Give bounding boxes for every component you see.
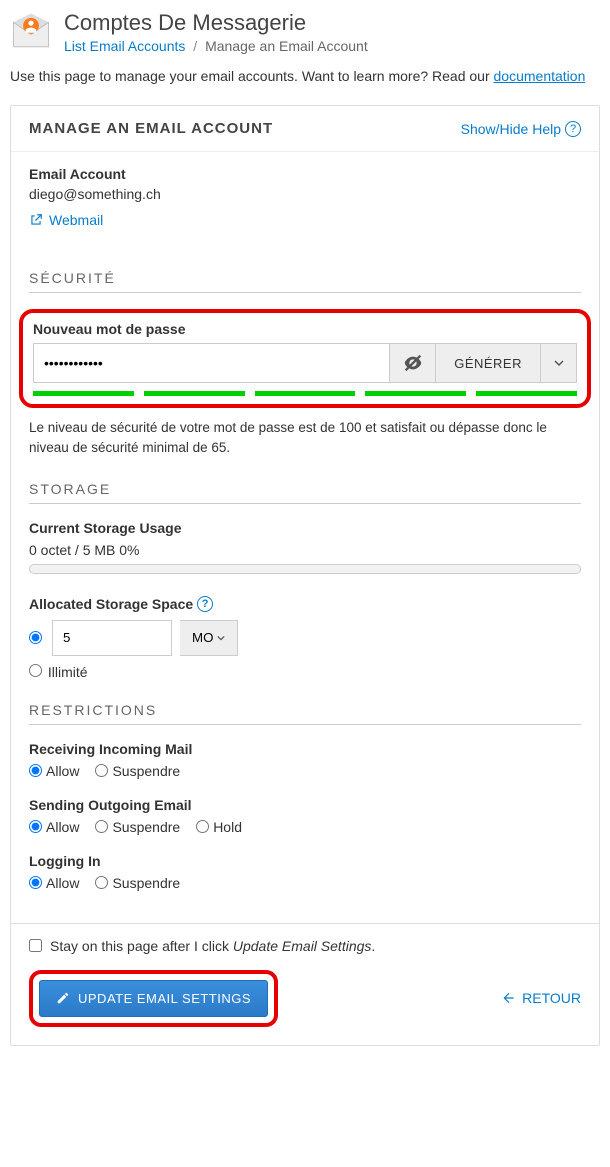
outgoing-mail-label: Sending Outgoing Email [29, 797, 581, 813]
storage-usage-value: 0 octet / 5 MB 0% [29, 542, 581, 558]
password-strength-text: Le niveau de sécurité de votre mot de pa… [29, 418, 581, 459]
caret-down-icon [217, 634, 225, 642]
password-label: Nouveau mot de passe [33, 321, 577, 337]
webmail-link[interactable]: Webmail [29, 212, 103, 228]
pencil-icon [56, 991, 70, 1005]
eye-off-icon [402, 352, 424, 374]
breadcrumb-list-link[interactable]: List Email Accounts [64, 38, 185, 54]
back-link[interactable]: RETOUR [502, 990, 581, 1006]
password-strength-bar [33, 391, 577, 396]
stay-on-page-label: Stay on this page after I click Update E… [50, 938, 375, 954]
toggle-password-visibility-button[interactable] [390, 343, 436, 383]
arrow-left-icon [502, 991, 516, 1005]
login-label: Logging In [29, 853, 581, 869]
documentation-link[interactable]: documentation [494, 68, 586, 84]
storage-usage-label: Current Storage Usage [29, 520, 581, 536]
allocated-size-input[interactable] [52, 620, 172, 656]
manage-panel: MANAGE AN EMAIL ACCOUNT Show/Hide Help ?… [10, 105, 600, 1046]
intro-text: Use this page to manage your email accou… [10, 66, 600, 87]
allocated-storage-label: Allocated Storage Space ? [29, 596, 581, 612]
generate-options-dropdown[interactable] [541, 343, 577, 383]
submit-highlight-box: UPDATE EMAIL SETTINGS [29, 970, 278, 1027]
allocated-unlimited-radio[interactable] [29, 664, 42, 677]
email-account-value: diego@something.ch [29, 186, 581, 202]
incoming-suspend-option[interactable]: Suspendre [95, 763, 180, 779]
breadcrumb-current: Manage an Email Account [205, 38, 368, 54]
stay-on-page-checkbox[interactable] [29, 939, 42, 952]
external-link-icon [29, 213, 43, 227]
email-account-label: Email Account [29, 166, 581, 182]
panel-header: MANAGE AN EMAIL ACCOUNT Show/Hide Help ? [11, 106, 599, 152]
incoming-mail-label: Receiving Incoming Mail [29, 741, 581, 757]
help-toggle-link[interactable]: Show/Hide Help ? [461, 121, 581, 137]
password-highlight-box: Nouveau mot de passe GÉNÉRER [19, 309, 591, 408]
login-allow-option[interactable]: Allow [29, 875, 79, 891]
panel-title: MANAGE AN EMAIL ACCOUNT [29, 120, 273, 137]
panel-footer: Stay on this page after I click Update E… [11, 923, 599, 1045]
outgoing-hold-option[interactable]: Hold [196, 819, 242, 835]
caret-down-icon [554, 358, 564, 368]
breadcrumb: List Email Accounts / Manage an Email Ac… [64, 38, 368, 54]
restrictions-section-title: RESTRICTIONS [29, 690, 581, 725]
outgoing-allow-option[interactable]: Allow [29, 819, 79, 835]
page-title: Comptes De Messagerie [64, 10, 368, 36]
allocated-finite-radio[interactable] [29, 631, 42, 644]
update-email-settings-button[interactable]: UPDATE EMAIL SETTINGS [39, 980, 268, 1017]
security-section-title: SÉCURITÉ [29, 258, 581, 293]
question-icon: ? [197, 596, 213, 612]
login-suspend-option[interactable]: Suspendre [95, 875, 180, 891]
password-input[interactable] [33, 343, 390, 383]
allocated-unit-dropdown[interactable]: MO [180, 620, 238, 656]
incoming-allow-option[interactable]: Allow [29, 763, 79, 779]
page-header: Comptes De Messagerie List Email Account… [10, 10, 600, 54]
allocated-unlimited-option[interactable]: Illimité [29, 664, 88, 680]
generate-password-button[interactable]: GÉNÉRER [436, 343, 541, 383]
question-icon: ? [565, 121, 581, 137]
email-accounts-icon [10, 10, 52, 52]
storage-progress-bar [29, 564, 581, 574]
breadcrumb-separator: / [193, 38, 197, 54]
outgoing-suspend-option[interactable]: Suspendre [95, 819, 180, 835]
storage-section-title: STORAGE [29, 469, 581, 504]
